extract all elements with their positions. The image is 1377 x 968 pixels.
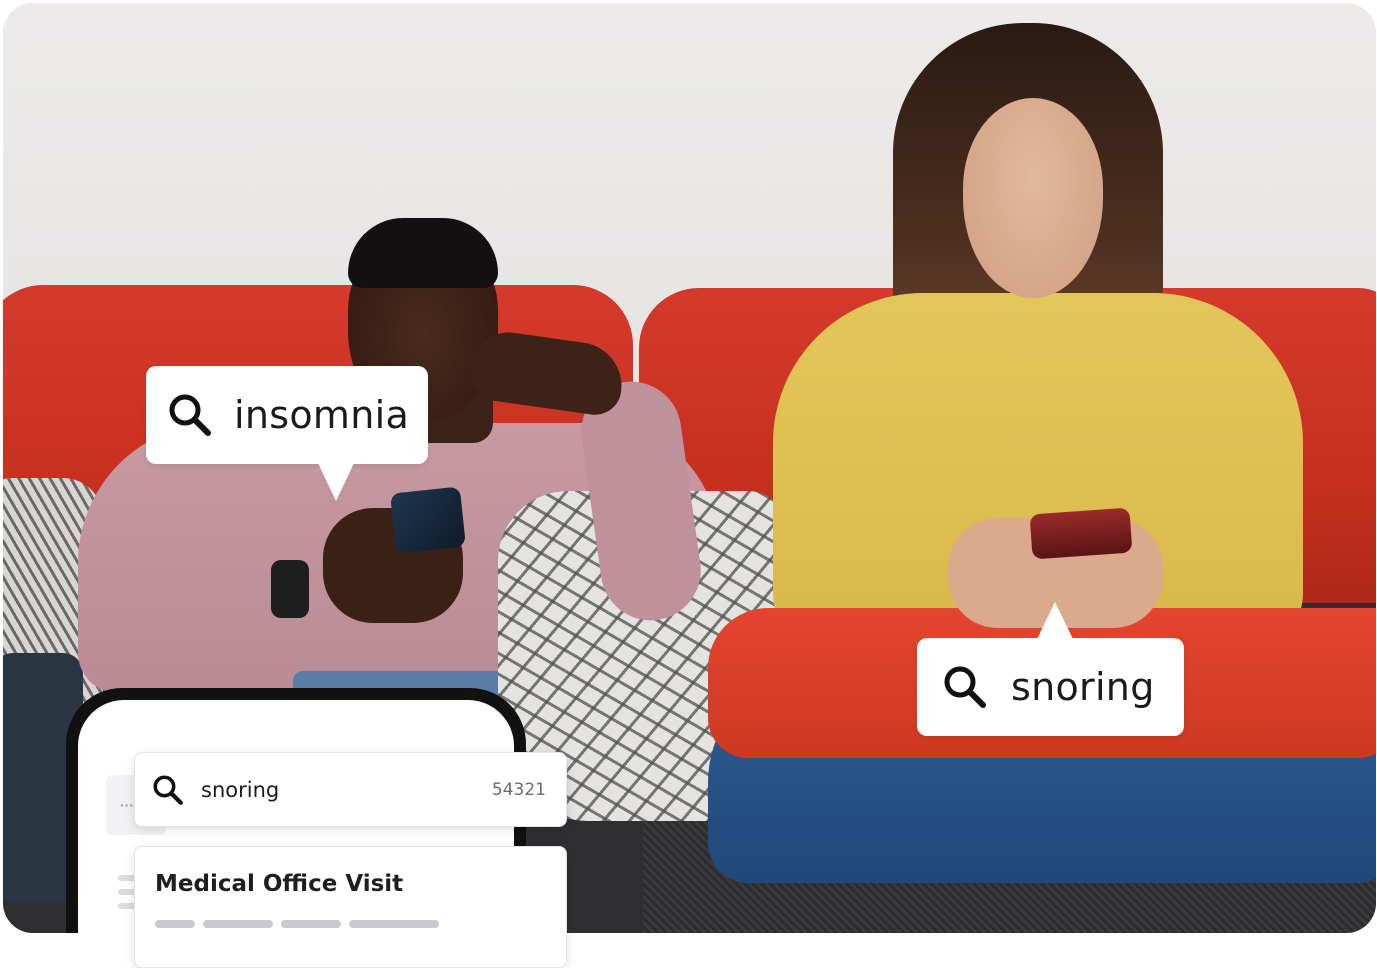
search-icon [941,663,989,711]
man-hair [348,218,498,288]
search-bar[interactable]: snoring 54321 [134,752,567,827]
search-callout-insomnia: insomnia [146,366,428,501]
callout-search-term: snoring [1011,665,1155,709]
man-phone [390,486,466,554]
search-result-card[interactable]: Medical Office Visit [134,846,567,968]
result-count: 54321 [491,779,546,800]
search-callout-snoring: snoring [917,602,1184,736]
search-query[interactable]: snoring [201,778,492,802]
woman-phone [1029,507,1133,560]
result-description-placeholder [155,915,455,928]
search-icon [151,773,185,807]
search-icon [166,391,214,439]
result-title: Medical Office Visit [155,871,404,897]
callout-search-term: insomnia [234,393,410,437]
man-wristwatch [271,560,309,618]
woman-face [963,98,1103,298]
